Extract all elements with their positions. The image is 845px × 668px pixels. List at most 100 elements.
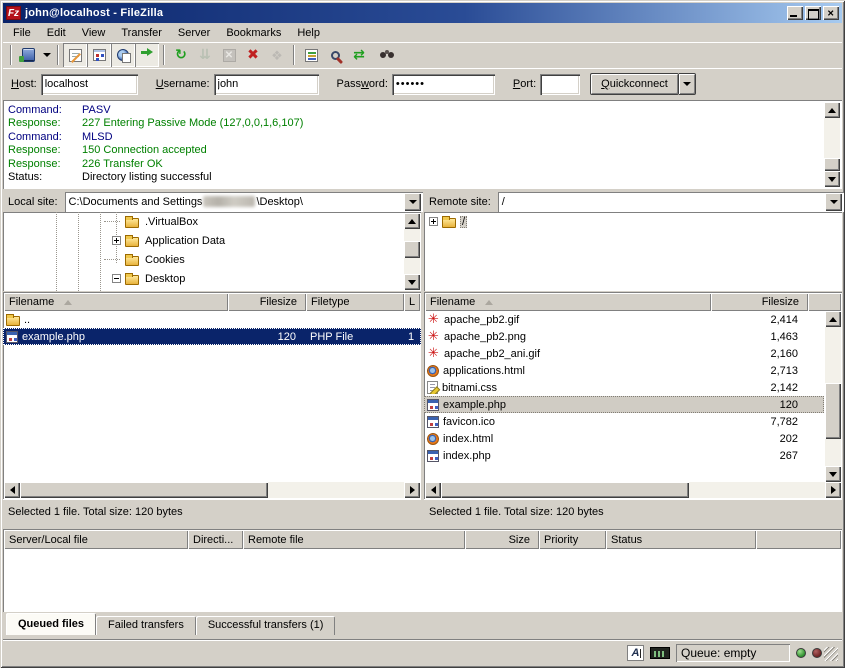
apache-feather-icon [427, 313, 440, 326]
local-site-combo[interactable]: C:\Documents and Settings\Desktop\ [65, 192, 423, 212]
tree-item-root[interactable]: / [424, 212, 842, 231]
file-row[interactable]: apache_pb2.gif 2,414 [424, 311, 824, 328]
menu-file[interactable]: File [5, 25, 39, 41]
file-row-example-php[interactable]: example.php 120 PHP File 1 [3, 328, 421, 345]
menu-edit[interactable]: Edit [39, 25, 74, 41]
maximize-icon [805, 6, 821, 20]
menu-bookmarks[interactable]: Bookmarks [218, 25, 289, 41]
column-filename[interactable]: Filename [425, 293, 711, 311]
local-tree-scrollbar[interactable] [404, 213, 420, 290]
remote-site-dropdown[interactable] [825, 193, 842, 211]
remote-site-combo[interactable]: / [498, 192, 844, 212]
file-row[interactable]: applications.html 2,713 [424, 362, 824, 379]
toggle-local-tree-button[interactable] [87, 43, 111, 67]
column-status[interactable]: Status [606, 530, 756, 549]
process-queue-button[interactable]: ⇊ [193, 43, 217, 67]
column-server-local-file[interactable]: Server/Local file [4, 530, 188, 549]
file-row-example-php[interactable]: example.php 120 [424, 396, 824, 413]
scroll-up-button[interactable] [825, 311, 841, 327]
tab-successful-transfers[interactable]: Successful transfers (1) [196, 616, 336, 635]
toggle-message-log-button[interactable] [63, 43, 87, 67]
column-filesize[interactable]: Filesize [228, 293, 306, 311]
column-priority[interactable]: Priority [539, 530, 606, 549]
log-scrollbar[interactable] [824, 102, 840, 187]
expand-icon[interactable] [429, 217, 438, 226]
scroll-thumb[interactable] [824, 158, 840, 171]
refresh-button[interactable]: ↻ [169, 43, 193, 67]
scroll-up-button[interactable] [824, 102, 840, 118]
close-button[interactable] [823, 6, 839, 20]
chevron-down-icon [683, 82, 691, 86]
remote-site-label: Remote site: [424, 196, 498, 208]
directory-comparison-button[interactable] [299, 43, 323, 67]
scroll-down-button[interactable] [404, 274, 420, 290]
local-list-hscrollbar[interactable] [4, 482, 420, 498]
host-input[interactable] [41, 74, 138, 95]
menu-server[interactable]: Server [170, 25, 218, 41]
remote-list-hscrollbar[interactable] [425, 482, 841, 498]
menu-help[interactable]: Help [289, 25, 328, 41]
minimize-button[interactable] [787, 6, 803, 20]
reconnect-button[interactable]: ❖ [265, 43, 289, 67]
column-direction[interactable]: Directi... [188, 530, 243, 549]
scroll-thumb[interactable] [404, 241, 420, 258]
titlebar[interactable]: Fz john@localhost - FileZilla [3, 3, 842, 23]
tree-item-virtualbox[interactable]: .VirtualBox [3, 212, 421, 231]
find-files-button[interactable] [371, 43, 395, 67]
column-last-modified[interactable]: L [404, 293, 420, 311]
scroll-left-button[interactable] [4, 482, 20, 498]
quickconnect-button[interactable]: Quickconnect [590, 73, 679, 95]
synchronized-browsing-button[interactable]: ⇄ [347, 43, 371, 67]
encryption-indicator-icon[interactable] [650, 647, 670, 659]
scroll-down-button[interactable] [825, 466, 841, 482]
quickconnect-dropdown[interactable] [679, 73, 696, 95]
port-input[interactable] [540, 74, 580, 95]
menu-view[interactable]: View [74, 25, 114, 41]
local-tree-icon [93, 49, 106, 61]
file-row[interactable]: index.php 267 [424, 447, 824, 464]
remote-list-scrollbar[interactable] [825, 311, 841, 482]
file-row[interactable]: index.html 202 [424, 430, 824, 447]
file-row[interactable]: bitnami.css 2,142 [424, 379, 824, 396]
cancel-icon: ✕ [223, 49, 236, 62]
host-label: Host: [11, 78, 37, 90]
tab-queued-files[interactable]: Queued files [6, 613, 96, 635]
disconnect-button[interactable]: ✖ [241, 43, 265, 67]
scroll-right-button[interactable] [825, 482, 841, 498]
data-type-indicator-icon[interactable]: A [627, 645, 644, 661]
scroll-thumb[interactable] [825, 383, 841, 439]
tab-failed-transfers[interactable]: Failed transfers [96, 616, 196, 635]
scroll-thumb[interactable] [441, 482, 689, 498]
toggle-remote-tree-button[interactable] [111, 43, 135, 67]
toggle-queue-button[interactable] [135, 43, 159, 67]
cancel-operation-button[interactable]: ✕ [217, 43, 241, 67]
site-manager-button[interactable] [16, 43, 40, 67]
column-filename[interactable]: Filename [4, 293, 228, 311]
maximize-button[interactable] [805, 6, 821, 20]
collapse-icon[interactable] [112, 274, 121, 283]
scroll-thumb[interactable] [20, 482, 268, 498]
scroll-up-button[interactable] [404, 213, 420, 229]
local-site-dropdown[interactable] [404, 193, 421, 211]
expand-icon[interactable] [112, 236, 121, 245]
tree-item-desktop[interactable]: Desktop [3, 269, 421, 288]
tree-item-application-data[interactable]: Application Data [3, 231, 421, 250]
resize-grip[interactable] [824, 647, 838, 661]
file-row-parent-dir[interactable]: .. [3, 311, 421, 328]
site-manager-dropdown[interactable] [40, 43, 53, 67]
column-filesize[interactable]: Filesize [711, 293, 808, 311]
filename-filters-button[interactable] [323, 43, 347, 67]
password-input[interactable] [392, 74, 495, 95]
column-remote-file[interactable]: Remote file [243, 530, 465, 549]
menu-transfer[interactable]: Transfer [113, 25, 170, 41]
scroll-down-button[interactable] [824, 171, 840, 187]
column-size[interactable]: Size [465, 530, 539, 549]
file-row[interactable]: apache_pb2.png 1,463 [424, 328, 824, 345]
scroll-left-button[interactable] [425, 482, 441, 498]
tree-item-cookies[interactable]: Cookies [3, 250, 421, 269]
username-input[interactable] [214, 74, 319, 95]
file-row[interactable]: apache_pb2_ani.gif 2,160 [424, 345, 824, 362]
column-filetype[interactable]: Filetype [306, 293, 404, 311]
scroll-right-button[interactable] [404, 482, 420, 498]
file-row[interactable]: favicon.ico 7,782 [424, 413, 824, 430]
